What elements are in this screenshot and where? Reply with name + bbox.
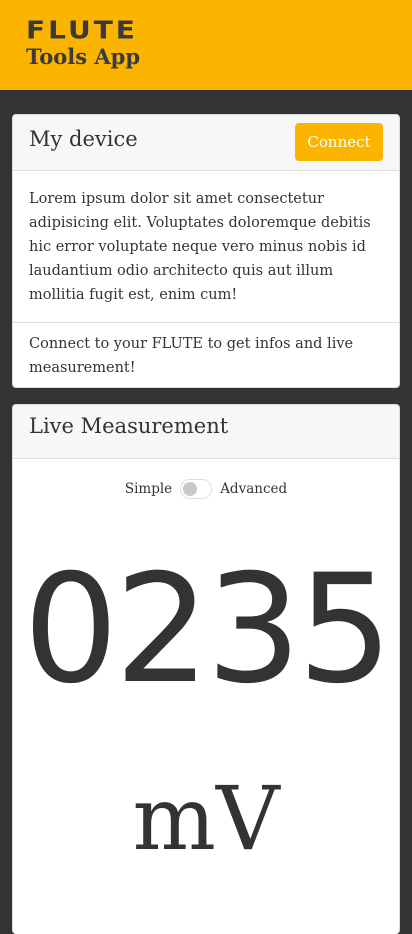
app-header: FLUTE Tools App bbox=[0, 0, 412, 90]
live-measurement-title: Live Measurement bbox=[29, 414, 229, 438]
device-connect-hint: Connect to your FLUTE to get infos and l… bbox=[29, 336, 354, 376]
device-description: Lorem ipsum dolor sit amet consectetur a… bbox=[13, 171, 399, 323]
app-title: Tools App bbox=[26, 44, 141, 69]
mode-advanced-label: Advanced bbox=[220, 481, 288, 497]
toggle-knob bbox=[183, 482, 198, 496]
measurement-value: 0235 bbox=[23, 543, 393, 717]
live-measurement-card-header: Live Measurement bbox=[13, 405, 399, 459]
measurement-unit: mV bbox=[132, 767, 280, 870]
mode-simple-label: Simple bbox=[124, 481, 173, 497]
mode-toggle-row: Simple Advanced bbox=[13, 479, 399, 499]
mode-toggle-switch[interactable] bbox=[180, 479, 213, 499]
flute-logo: FLUTE bbox=[26, 15, 138, 46]
my-device-title: My device bbox=[29, 127, 138, 151]
my-device-card: My device Connect Lorem ipsum dolor sit … bbox=[12, 114, 400, 388]
connect-button[interactable]: Connect bbox=[295, 123, 383, 161]
live-measurement-card: Live Measurement Simple Advanced 0235 mV bbox=[12, 404, 400, 934]
my-device-card-header: My device Connect bbox=[13, 115, 399, 171]
